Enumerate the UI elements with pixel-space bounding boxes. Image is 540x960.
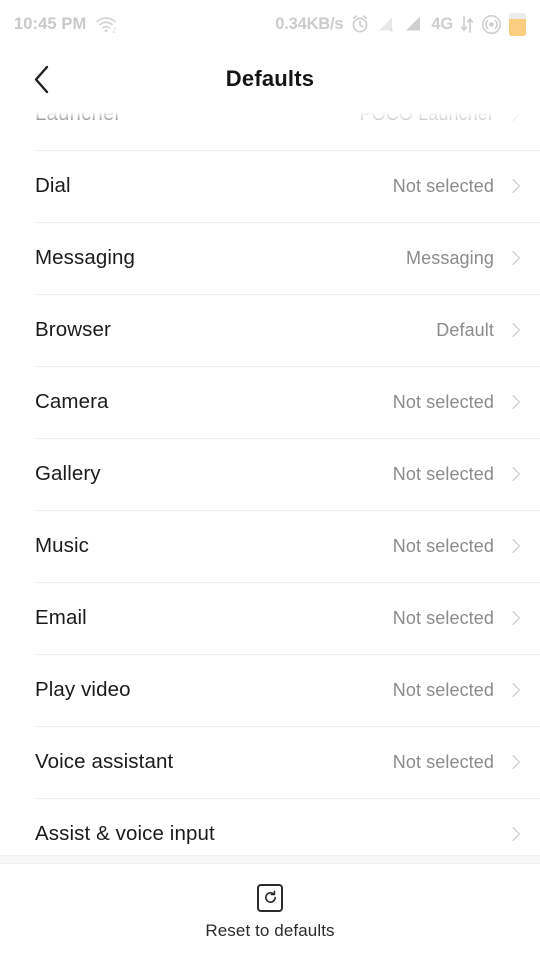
defaults-row-label: Music bbox=[35, 534, 90, 557]
chevron-right-icon bbox=[507, 825, 518, 844]
defaults-row-value: Not selected bbox=[392, 463, 494, 484]
network-speed-indicator: 0.34KB/s bbox=[275, 14, 344, 33]
defaults-row-value: Not selected bbox=[392, 607, 494, 628]
defaults-row[interactable]: Gallery Not selected bbox=[0, 438, 540, 510]
status-bar-clock: 10:45 PM bbox=[14, 14, 87, 33]
reset-restore-icon bbox=[257, 883, 283, 912]
defaults-row-label: Play video bbox=[35, 678, 131, 701]
section-separator-band bbox=[0, 855, 540, 864]
defaults-row-right: Default bbox=[436, 320, 518, 341]
defaults-row[interactable]: Dial Not selected bbox=[0, 150, 540, 222]
signal-bars-icon bbox=[406, 16, 421, 31]
defaults-row[interactable]: Email Not selected bbox=[0, 582, 540, 654]
defaults-row-right: POCO Launcher bbox=[360, 110, 518, 125]
defaults-row-value: Not selected bbox=[392, 175, 494, 196]
chevron-right-icon bbox=[507, 249, 518, 268]
reset-to-defaults-button[interactable]: Reset to defaults bbox=[0, 864, 540, 960]
defaults-list[interactable]: Launcher POCO Launcher Dial Not selected Mes… bbox=[0, 110, 540, 855]
chevron-right-icon bbox=[507, 321, 518, 340]
chevron-right-icon bbox=[507, 177, 518, 196]
defaults-row-label: Browser bbox=[35, 318, 111, 341]
defaults-row[interactable]: Camera Not selected bbox=[0, 366, 540, 438]
defaults-row-label: Email bbox=[35, 606, 87, 629]
chevron-right-icon bbox=[507, 537, 518, 556]
alarm-clock-icon bbox=[352, 15, 368, 33]
reset-to-defaults-label: Reset to defaults bbox=[205, 920, 335, 940]
defaults-row-right: Not selected bbox=[393, 176, 518, 197]
defaults-row-right: Not selected bbox=[393, 608, 518, 629]
defaults-row-label: Camera bbox=[35, 390, 109, 413]
status-bar-left: 10:45 PM 2 bbox=[14, 15, 117, 34]
defaults-row-value: Not selected bbox=[392, 751, 494, 772]
defaults-row-right: Not selected bbox=[393, 752, 518, 773]
defaults-row-label: Launcher bbox=[35, 110, 122, 125]
signal-no-sim-icon: x bbox=[379, 17, 394, 33]
defaults-row-value: Not selected bbox=[392, 679, 494, 700]
defaults-row-label: Assist & voice input bbox=[35, 822, 215, 845]
chevron-right-icon bbox=[507, 753, 518, 772]
wifi-icon: 2 bbox=[96, 17, 117, 34]
chevron-right-icon bbox=[507, 393, 518, 412]
defaults-row-right: Messaging bbox=[406, 248, 518, 269]
hotspot-icon bbox=[482, 14, 501, 34]
defaults-row-label: Voice assistant bbox=[35, 750, 174, 773]
defaults-settings-screen: 10:45 PM 2 0.34KB/s x 4G Defaults Launch… bbox=[0, 0, 540, 960]
svg-text:2: 2 bbox=[113, 28, 117, 34]
battery-icon bbox=[509, 12, 526, 36]
defaults-row-value: Not selected bbox=[392, 535, 494, 556]
defaults-row-label: Messaging bbox=[35, 246, 136, 269]
svg-text:x: x bbox=[390, 27, 394, 33]
defaults-row-right: Not selected bbox=[393, 464, 518, 485]
page-title: Defaults bbox=[225, 66, 315, 91]
chevron-right-icon bbox=[507, 465, 518, 484]
defaults-row-value: POCO Launcher bbox=[359, 110, 494, 124]
defaults-row[interactable]: Launcher POCO Launcher bbox=[0, 110, 540, 150]
defaults-list-inner: Launcher POCO Launcher Dial Not selected Mes… bbox=[0, 110, 540, 855]
defaults-row-label: Gallery bbox=[35, 462, 101, 485]
defaults-row[interactable]: Assist & voice input bbox=[0, 798, 540, 855]
chevron-right-icon bbox=[507, 681, 518, 700]
defaults-row[interactable]: Voice assistant Not selected bbox=[0, 726, 540, 798]
network-type-indicator: 4G bbox=[431, 14, 453, 33]
defaults-row-value: Default bbox=[436, 319, 494, 340]
defaults-row-value: Not selected bbox=[392, 391, 494, 412]
defaults-row-right: Not selected bbox=[393, 392, 518, 413]
defaults-row-right bbox=[507, 825, 518, 844]
data-transfer-arrows-icon bbox=[460, 15, 474, 33]
defaults-row[interactable]: Music Not selected bbox=[0, 510, 540, 582]
status-bar: 10:45 PM 2 0.34KB/s x 4G bbox=[0, 0, 540, 48]
back-chevron-icon bbox=[34, 65, 48, 93]
chevron-right-icon bbox=[507, 609, 518, 628]
defaults-row[interactable]: Messaging Messaging bbox=[0, 222, 540, 294]
status-bar-right: 0.34KB/s x 4G bbox=[275, 12, 526, 36]
defaults-row-right: Not selected bbox=[393, 536, 518, 557]
defaults-row-value: Messaging bbox=[406, 247, 494, 268]
defaults-row-label: Dial bbox=[35, 174, 71, 197]
defaults-row[interactable]: Play video Not selected bbox=[0, 654, 540, 726]
defaults-row[interactable]: Browser Default bbox=[0, 294, 540, 366]
page-header: Defaults bbox=[0, 48, 540, 110]
defaults-row-right: Not selected bbox=[393, 680, 518, 701]
chevron-right-icon bbox=[507, 110, 518, 124]
back-button[interactable] bbox=[18, 56, 64, 102]
